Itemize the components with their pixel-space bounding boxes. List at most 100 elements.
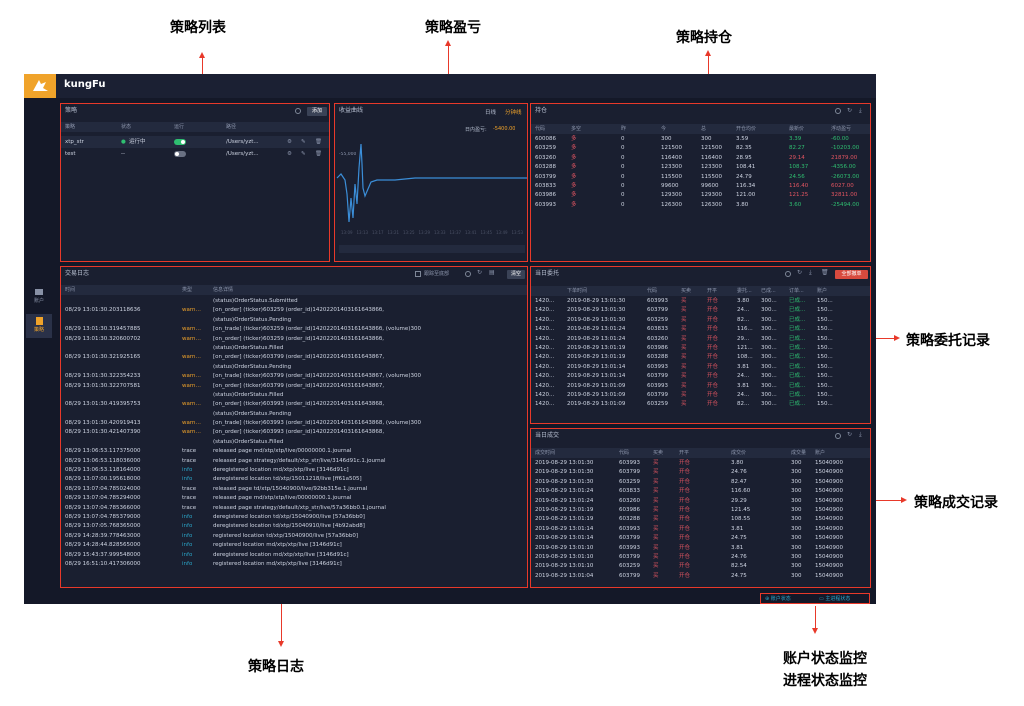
delete-icon[interactable]: 🗑 [315,136,322,148]
column-header[interactable]: 下单时间 [567,286,587,296]
table-row[interactable]: 1420... 2019-08-29 13:01:19 603288 买 开仓 108..… [531,353,870,362]
column-header[interactable]: 昨 [621,124,626,134]
column-header[interactable]: 委托... [737,286,752,296]
table-row[interactable]: 603288 多 0 123300 123300 108.41 108.37 -4356.00 [531,163,870,172]
table-row[interactable]: 2019-08-29 13:01:10 603799 买 开仓 24.76 300 1504… [531,553,870,562]
refresh-icon[interactable]: ↻ [847,107,852,114]
column-header[interactable]: 买卖 [653,448,663,458]
column-header[interactable]: 代码 [619,448,629,458]
column-header[interactable]: 最新价 [789,124,804,134]
table-row[interactable]: 603986 多 0 129300 129300 121.00 121.25 32811.00 [531,191,870,200]
edit-icon[interactable]: ✎ [301,136,306,148]
column-header[interactable]: 成交价 [731,448,746,458]
search-icon[interactable] [785,271,791,277]
column-header[interactable]: 策略 [65,122,75,132]
table-row[interactable]: 2019-08-29 13:01:24 603833 买 开仓 116.60 300 150… [531,487,870,496]
table-row[interactable]: 2019-08-29 13:01:19 603986 买 开仓 121.45 300 150… [531,506,870,515]
column-header[interactable]: 代码 [535,124,545,134]
run-toggle[interactable] [174,139,186,145]
delete-icon[interactable]: 🗑 [315,148,322,160]
file-icon[interactable]: ▤ [489,269,495,276]
cancel-all-button[interactable]: 全部撤单 [835,270,868,279]
table-row[interactable]: 2019-08-29 13:01:19 603288 买 开仓 108.55 300 150… [531,515,870,524]
log-message: (status)OrderStatus.Filled [213,391,284,398]
nav-item-strategy[interactable]: 策略 [26,314,52,338]
column-header[interactable]: 买卖 [681,286,691,296]
column-header[interactable]: 多空 [571,124,581,134]
tab-minute[interactable]: 分钟线 [505,108,522,116]
table-row[interactable]: 2019-08-29 13:01:14 603799 买 开仓 24.75 300 1504… [531,534,870,543]
table-row[interactable]: 2019-08-29 13:01:24 603260 买 开仓 29.29 300 1504… [531,497,870,506]
column-header[interactable]: 账户 [815,448,825,458]
table-row[interactable]: 603993 多 0 126300 126300 3.80 3.60 -25494.00 [531,201,870,210]
table-row[interactable]: 1420... 2019-08-29 13:01:09 603259 买 开仓 82...… [531,400,870,409]
tab-daily[interactable]: 日线 [485,108,496,116]
column-header[interactable]: 订单... [789,286,804,296]
column-header[interactable]: 已成... [761,286,776,296]
column-header[interactable]: 账户 [817,286,827,296]
column-header[interactable]: 成交时间 [535,448,555,458]
column-header[interactable]: 浮动盈亏 [831,124,851,134]
settings-icon[interactable]: ⚙ [287,148,292,160]
search-icon[interactable] [835,433,841,439]
table-row[interactable]: xtp_str ● 运行中 /Users/yzt... ⚙ ✎ 🗑 [61,136,329,148]
account-status[interactable]: ⊕ 账户状态 [765,595,791,602]
add-strategy-button[interactable]: 添加 [307,107,327,116]
edit-icon[interactable]: ✎ [301,148,306,160]
column-header[interactable]: 状态 [121,122,131,132]
table-row[interactable]: 603259 多 0 121500 121500 82.35 82.27 -10203.00 [531,144,870,153]
refresh-icon[interactable]: ↻ [847,431,852,438]
column-header[interactable]: 今 [661,124,666,134]
table-row[interactable]: 2019-08-29 13:01:04 603799 买 开仓 24.75 300 1504… [531,572,870,581]
nav-item-account[interactable]: 账户 [26,286,52,310]
column-header[interactable]: 开仓均价 [736,124,756,134]
table-row[interactable]: 603799 多 0 115500 115500 24.79 24.56 -26073.00 [531,173,870,182]
table-row[interactable]: 1420... 2019-08-29 13:01:09 603993 买 开仓 3.81 3… [531,382,870,391]
table-row[interactable]: 2019-08-29 13:01:30 603993 买 开仓 3.80 300 15040… [531,459,870,468]
table-row[interactable]: 1420... 2019-08-29 13:01:09 603799 买 开仓 24...… [531,391,870,400]
table-row[interactable]: 1420... 2019-08-29 13:01:30 603799 买 开仓 24...… [531,306,870,315]
column-header[interactable]: 开平 [707,286,717,296]
refresh-icon[interactable]: ↻ [797,269,802,276]
table-row[interactable]: 1420... 2019-08-29 13:01:19 603986 买 开仓 121..… [531,344,870,353]
table-row[interactable]: 2019-08-29 13:01:10 603993 买 开仓 3.81 300 15040… [531,544,870,553]
table-row[interactable]: 2019-08-29 13:01:14 603993 买 开仓 3.81 300 15040… [531,525,870,534]
search-icon[interactable] [295,108,301,114]
table-row[interactable]: 603260 多 0 116400 116400 28.95 29.14 21879.00 [531,154,870,163]
column-header[interactable]: 总 [701,124,706,134]
table-cell: 15040900 [815,488,843,495]
process-status[interactable]: ▭ 主进程状态 [819,595,850,602]
download-icon[interactable]: ⤓ [859,107,862,115]
table-row[interactable]: 2019-08-29 13:01:10 603259 买 开仓 82.54 300 1504… [531,562,870,571]
column-header[interactable]: 路径 [226,122,236,132]
follow-checkbox[interactable] [415,271,421,277]
table-cell: 2019-08-29 13:01:30 [567,316,626,323]
column-header[interactable]: 开平 [679,448,689,458]
refresh-icon[interactable]: ↻ [477,269,482,276]
zoom-slider[interactable] [339,245,525,253]
table-row[interactable]: 600086 多 0 300 300 3.59 3.39 -60.00 [531,135,870,144]
table-row[interactable]: 2019-08-29 13:01:30 603799 买 开仓 24.76 300 1504… [531,468,870,477]
table-row[interactable]: 1420... 2019-08-29 13:01:14 603993 买 开仓 3.81 3… [531,363,870,372]
search-icon[interactable] [835,108,841,114]
clear-log-button[interactable]: 清空 [507,270,525,279]
download-icon[interactable]: ⤓ [859,431,862,439]
settings-icon[interactable]: ⚙ [287,136,292,148]
run-toggle[interactable] [174,151,186,157]
log-row: 08/29 16:51:10.417306000 info registered l… [61,560,527,569]
table-row[interactable]: 1420... 2019-08-29 13:01:24 603260 买 开仓 29...… [531,335,870,344]
column-header[interactable]: 代码 [647,286,657,296]
table-row[interactable]: 2019-08-29 13:01:30 603259 买 开仓 82.47 300 1504… [531,478,870,487]
table-row[interactable]: 1420... 2019-08-29 13:01:30 603259 买 开仓 82...… [531,316,870,325]
table-row[interactable]: 1420... 2019-08-29 13:01:24 603833 买 开仓 116..… [531,325,870,334]
table-row[interactable]: test -- /Users/yzt... ⚙ ✎ 🗑 [61,148,329,160]
table-cell: 123300 [701,164,722,171]
search-icon[interactable] [465,271,471,277]
table-row[interactable]: 1420... 2019-08-29 13:01:30 603993 买 开仓 3.80 3… [531,297,870,306]
table-row[interactable]: 603833 多 0 99600 99600 116.34 116.40 6027.00 [531,182,870,191]
column-header[interactable]: 成交量 [791,448,806,458]
table-row[interactable]: 1420... 2019-08-29 13:01:14 603799 买 开仓 24...… [531,372,870,381]
trash-icon[interactable]: 🗑 [821,269,829,276]
download-icon[interactable]: ⤓ [809,269,812,277]
column-header[interactable]: 运行 [174,122,184,132]
